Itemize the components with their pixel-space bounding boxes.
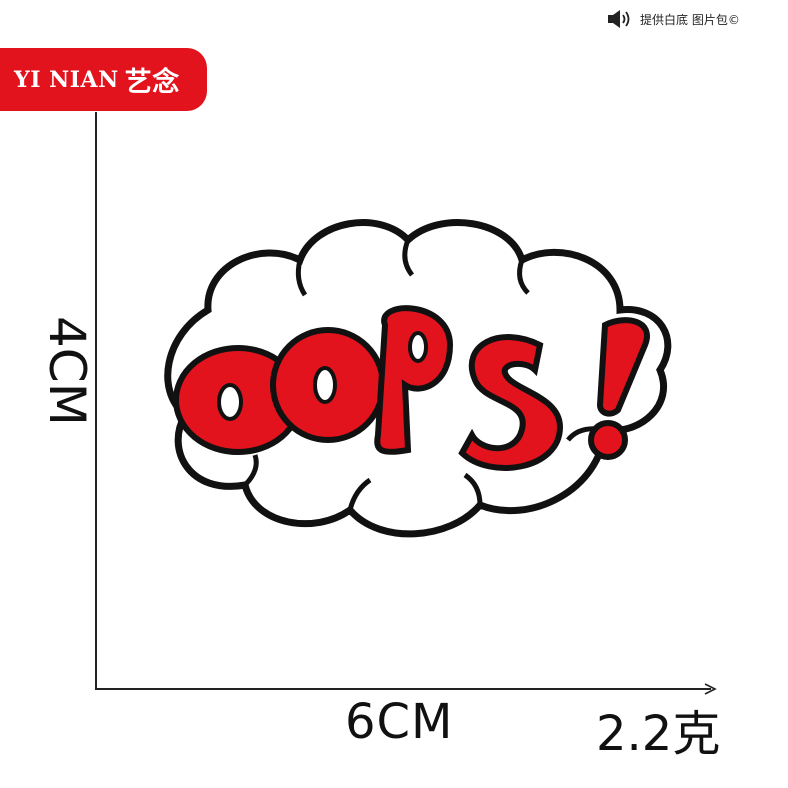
brand-badge: YI NIAN 艺念 <box>0 48 207 111</box>
weight-label: 2.2克 <box>596 706 721 762</box>
width-label: 6CM <box>345 694 454 750</box>
top-note-text: 提供白底 图片包© <box>640 12 740 27</box>
brand-latin: YI NIAN <box>14 66 119 93</box>
brand-chinese: 艺念 <box>124 67 180 98</box>
top-note: 提供白底 图片包© <box>606 6 740 32</box>
oops-patch-image <box>164 219 672 538</box>
height-label: 4CM <box>38 316 96 426</box>
width-ruler-line <box>95 688 711 690</box>
speaker-icon <box>608 10 630 28</box>
